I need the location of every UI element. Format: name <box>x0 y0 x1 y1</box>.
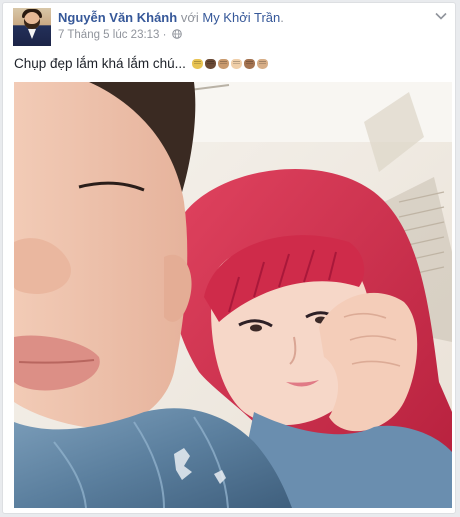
meta-separator: · <box>162 29 167 41</box>
post-meta: 7 Tháng 5 lúc 23:13 · <box>58 28 182 42</box>
fist-emoji-4 <box>230 59 242 69</box>
girl-pupil-left <box>250 324 262 332</box>
post-header: Nguyễn Văn Khánh với My Khởi Trần. <box>58 9 284 26</box>
avatar-collar <box>28 29 36 39</box>
photo-illustration <box>14 82 452 508</box>
post-card: Nguyễn Văn Khánh với My Khởi Trần. 7 Thá… <box>2 2 456 514</box>
globe-icon[interactable] <box>171 29 182 39</box>
fist-emoji-5 <box>243 59 255 69</box>
fist-emoji-6 <box>256 59 268 69</box>
fist-emoji-2 <box>204 59 216 69</box>
tagged-suffix: . <box>280 10 284 25</box>
fist-emoji-1 <box>191 59 203 69</box>
post-timestamp[interactable]: 7 Tháng 5 lúc 23:13 <box>58 29 159 41</box>
chevron-down-icon[interactable] <box>435 12 447 20</box>
with-label: với <box>180 10 199 25</box>
author-name-link[interactable]: Nguyễn Văn Khánh <box>58 10 177 25</box>
avatar[interactable] <box>13 8 51 46</box>
avatar-face <box>24 12 40 29</box>
selfie-photo[interactable] <box>14 82 452 508</box>
fist-emoji-3 <box>217 59 229 69</box>
emoji-row <box>190 56 268 71</box>
post-message-text: Chụp đẹp lắm khá lắm chú... <box>14 56 186 71</box>
post-message: Chụp đẹp lắm khá lắm chú... <box>14 55 268 72</box>
tagged-friend-link[interactable]: My Khởi Trần <box>202 10 280 25</box>
